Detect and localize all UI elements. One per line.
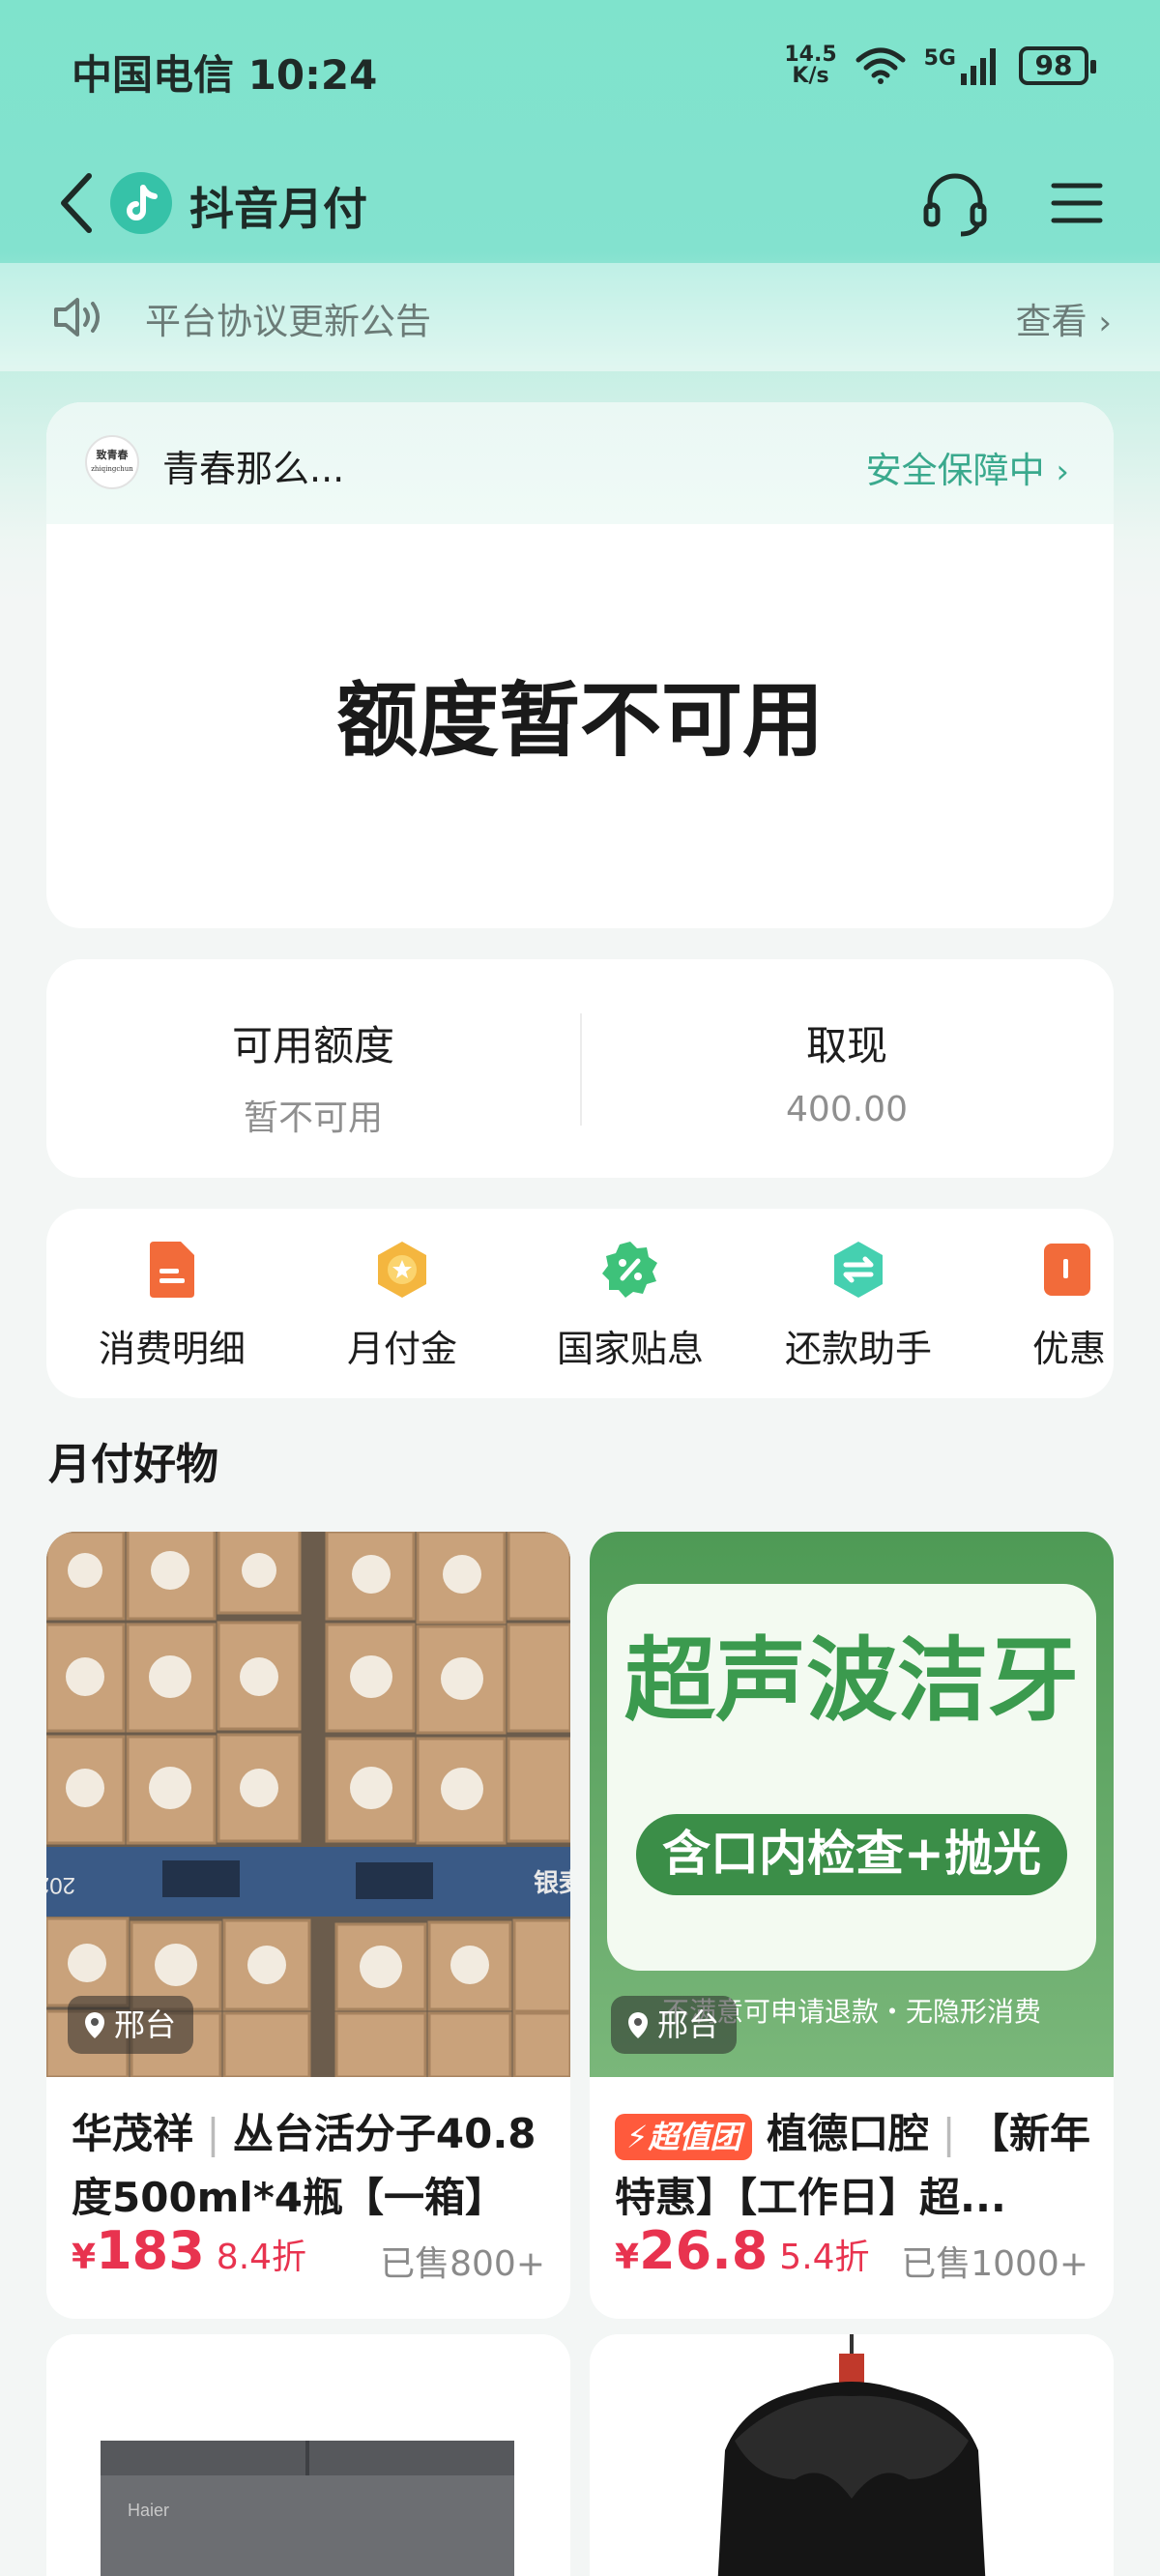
- location-text: 邢台: [657, 2006, 720, 2043]
- chevron-right-icon: ›: [1098, 304, 1112, 342]
- cash-withdrawal-value: 400.00: [786, 1090, 908, 1129]
- location-pin-icon: [85, 2012, 104, 2038]
- product-image-freezer: Haier: [46, 2334, 570, 2576]
- product-title: ⚡超值团 植德口腔 | 【新年特惠】【工作日】超...: [615, 2102, 1098, 2230]
- discount-label: 8.4折: [216, 2238, 307, 2277]
- exchange-icon: [834, 1242, 883, 1298]
- headset-support-icon[interactable]: [918, 166, 992, 240]
- location-text: 邢台: [114, 2006, 177, 2043]
- value-group-badge: ⚡超值团: [615, 2113, 753, 2160]
- wifi-icon: [856, 47, 906, 84]
- douyin-logo-icon: [110, 172, 172, 234]
- menu-item-national-subsidy[interactable]: 国家贴息: [534, 1240, 727, 1372]
- currency-symbol: ¥: [615, 2238, 640, 2277]
- notice-bar[interactable]: 平台协议更新公告 查看 ›: [0, 263, 1160, 371]
- available-credit-value: 暂不可用: [243, 1098, 383, 1138]
- cash-withdrawal[interactable]: 取现 400.00: [580, 959, 1114, 1178]
- box-label: 202402: [46, 1872, 75, 1898]
- security-label: 安全保障中: [865, 450, 1045, 491]
- carrier-time: 中国电信 10:24: [72, 51, 378, 99]
- sold-count: 已售800+: [380, 2244, 545, 2284]
- product-card[interactable]: Haier: [46, 2334, 570, 2576]
- pallet-label: 银麦: [534, 1869, 570, 1898]
- badge-label: 超值团: [648, 2118, 741, 2155]
- location-pin-icon: [628, 2012, 648, 2038]
- menu-item-offers[interactable]: 优惠: [990, 1240, 1114, 1372]
- image-subline: 含口内检查+抛光: [662, 1826, 1041, 1882]
- user-name: 青春那么...: [162, 448, 345, 490]
- limits-card: 可用额度 暂不可用 取现 400.00: [46, 959, 1114, 1178]
- coin-star-icon: [378, 1242, 426, 1298]
- product-price: ¥26.8 5.4折: [615, 2220, 870, 2281]
- sold-count: 已售1000+: [901, 2244, 1088, 2284]
- chevron-right-icon: ›: [1056, 453, 1069, 491]
- coupon-icon: [1044, 1244, 1090, 1296]
- discount-label: 5.4折: [779, 2238, 870, 2277]
- notice-view-label: 查看: [1015, 301, 1088, 342]
- battery-indicator: 98: [1019, 46, 1096, 85]
- back-arrow-icon[interactable]: [48, 166, 106, 240]
- section-title: 月付好物: [48, 1440, 218, 1489]
- app-header: 抖音月付: [0, 145, 1160, 261]
- feature-menu: 消费明细 月付金 国家贴息 还款助手 优惠: [46, 1209, 1114, 1398]
- speaker-icon: [54, 298, 100, 337]
- security-link[interactable]: 安全保障中 ›: [866, 441, 1069, 493]
- percent-badge-icon: [602, 1242, 657, 1298]
- avatar[interactable]: 致青春 zhiqingchun: [85, 435, 139, 489]
- product-card[interactable]: 超声波洁牙 含口内检查+抛光 不满意可申请退款・无隐形消费 邢台 ⚡超值团 植德…: [590, 1532, 1114, 2319]
- title-separator: |: [193, 2110, 233, 2157]
- price-value: 183: [96, 2220, 205, 2281]
- speed-value: 14.5: [784, 43, 837, 67]
- product-card[interactable]: 202402 银麦 邢台 华茂祥 | 丛台活分子40.8度500ml*4瓶【一箱…: [46, 1532, 570, 2319]
- price-value: 26.8: [639, 2220, 768, 2281]
- available-credit-label: 可用额度: [231, 1022, 394, 1069]
- menu-label: 优惠: [1032, 1328, 1107, 1370]
- credit-status-text: 额度暂不可用: [335, 673, 824, 768]
- menu-hamburger-icon[interactable]: [1040, 166, 1114, 240]
- network-type: 5G: [923, 46, 956, 71]
- product-brand: 植德口腔: [767, 2110, 930, 2157]
- signal-indicator: 5G: [924, 46, 1001, 85]
- location-tag: 邢台: [68, 1996, 194, 2054]
- menu-label: 国家贴息: [556, 1328, 704, 1370]
- bill-icon: [150, 1242, 194, 1298]
- avatar-text-main: 致青春: [96, 449, 129, 461]
- notice-view-link[interactable]: 查看 ›: [1016, 292, 1112, 344]
- freezer-brand: Haier: [128, 2501, 169, 2520]
- menu-item-consumption-details[interactable]: 消费明细: [75, 1240, 269, 1372]
- network-speed: 14.5 K/s: [784, 44, 836, 87]
- cash-withdrawal-label: 取现: [805, 1022, 887, 1069]
- credit-status-card: 致青春 zhiqingchun 青春那么... 安全保障中 › 额度暂不可用: [46, 402, 1114, 928]
- menu-item-repayment-helper[interactable]: 还款助手: [762, 1240, 955, 1372]
- location-tag: 邢台: [611, 1996, 738, 2054]
- notice-text: 平台协议更新公告: [145, 301, 431, 342]
- menu-label: 月付金: [346, 1328, 457, 1370]
- signal-bars-icon: [961, 48, 996, 85]
- menu-label: 消费明细: [98, 1328, 246, 1370]
- status-bar: 中国电信 10:24 14.5 K/s 5G 98: [0, 0, 1160, 145]
- product-card[interactable]: [590, 2334, 1114, 2576]
- page-title: 抖音月付: [189, 183, 367, 235]
- menu-label: 还款助手: [784, 1328, 932, 1370]
- product-price: ¥183 8.4折: [72, 2220, 306, 2281]
- status-icons: 14.5 K/s 5G 98: [784, 44, 1096, 87]
- currency-symbol: ¥: [72, 2238, 97, 2277]
- image-headline: 超声波洁牙: [624, 1628, 1079, 1734]
- speed-unit: K/s: [792, 64, 829, 88]
- product-image-leather-jacket: [590, 2334, 1114, 2576]
- menu-item-monthly-gold[interactable]: 月付金: [305, 1240, 499, 1372]
- product-brand: 华茂祥: [72, 2110, 194, 2157]
- title-separator: |: [929, 2110, 969, 2157]
- account-row: 致青春 zhiqingchun 青春那么... 安全保障中 ›: [46, 402, 1114, 524]
- lightning-icon: ⚡: [626, 2118, 649, 2155]
- product-title: 华茂祥 | 丛台活分子40.8度500ml*4瓶【一箱】: [72, 2102, 555, 2230]
- avatar-text-sub: zhiqingchun: [91, 465, 133, 473]
- available-credit[interactable]: 可用额度 暂不可用: [46, 959, 580, 1178]
